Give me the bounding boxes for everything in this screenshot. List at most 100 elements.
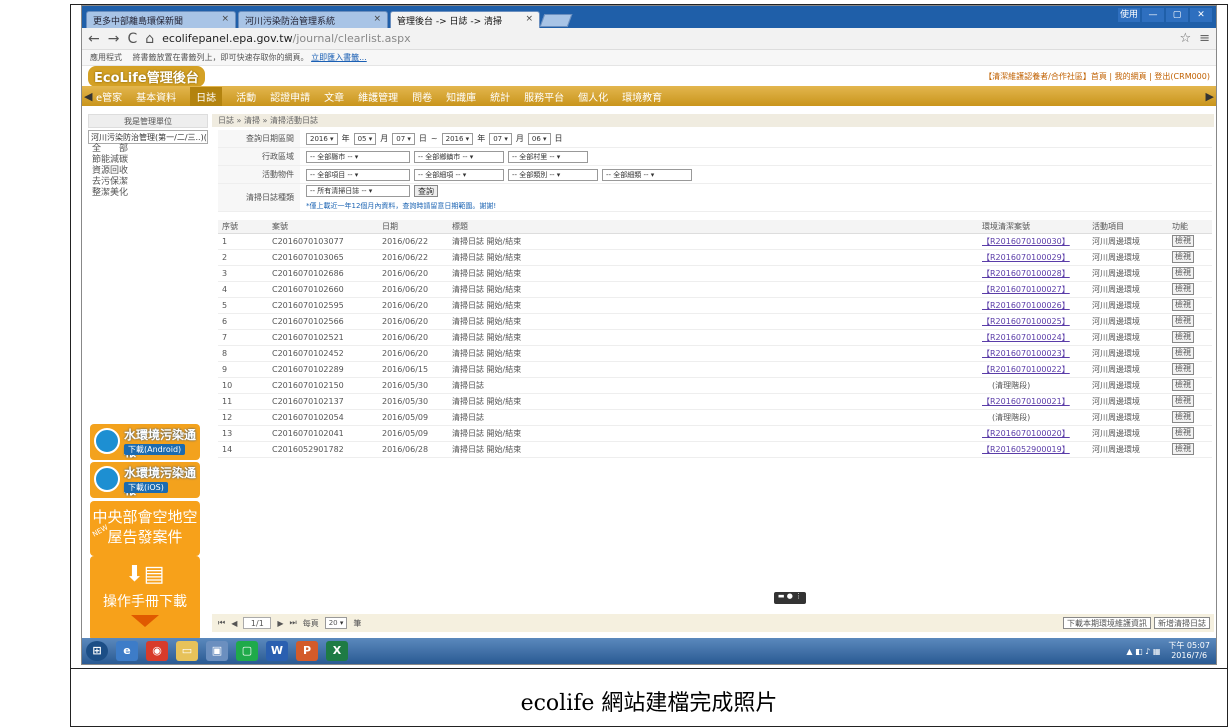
cell-action[interactable]: 檢視 bbox=[1168, 329, 1212, 346]
menu-item[interactable]: 問卷 bbox=[412, 89, 432, 104]
cell-ref[interactable]: 【R2016070100026】 bbox=[978, 297, 1088, 314]
per-page-select[interactable]: 20 bbox=[324, 617, 348, 629]
menu-item[interactable]: 環境教育 bbox=[622, 89, 662, 104]
cell-ref[interactable]: 【R2016070100030】 bbox=[978, 233, 1088, 250]
end-month-select[interactable]: 07 bbox=[489, 132, 512, 145]
bookmark-star-icon[interactable]: ☆ bbox=[1179, 31, 1191, 46]
site-logo[interactable]: EcoLife管理後台 bbox=[88, 65, 205, 87]
cell-action[interactable]: 檢視 bbox=[1168, 441, 1212, 458]
view-button[interactable]: 檢視 bbox=[1172, 379, 1194, 391]
cell-ref[interactable]: 【R2016052900019】 bbox=[978, 441, 1088, 458]
import-bookmarks-link[interactable]: 立即匯入書籤... bbox=[311, 53, 367, 62]
line-icon[interactable]: ▢ bbox=[236, 641, 258, 661]
excel-icon[interactable]: X bbox=[326, 641, 348, 661]
ie-icon[interactable]: e bbox=[116, 641, 138, 661]
word-icon[interactable]: W bbox=[266, 641, 288, 661]
cell-action[interactable]: 檢視 bbox=[1168, 409, 1212, 426]
view-button[interactable]: 檢視 bbox=[1172, 411, 1194, 423]
minimize-button[interactable]: — bbox=[1142, 8, 1164, 22]
promo-ios[interactable]: 水環境污染通報 下載(iOS) bbox=[90, 462, 200, 498]
category-select[interactable]: -- 全部類別 -- bbox=[508, 168, 598, 181]
cell-ref[interactable]: 【R2016070100024】 bbox=[978, 329, 1088, 346]
view-button[interactable]: 檢視 bbox=[1172, 251, 1194, 263]
back-icon[interactable]: ← bbox=[88, 31, 100, 47]
sidebar-item-energy[interactable]: 節能減碳 bbox=[88, 155, 208, 166]
player-widget[interactable]: ▬ ● ⋮ bbox=[774, 592, 806, 604]
tab-news[interactable]: 更多中部離島環保新聞 × bbox=[86, 11, 236, 28]
menu-item-active[interactable]: 日誌 bbox=[190, 86, 223, 106]
col-header[interactable]: 案號 bbox=[268, 220, 378, 234]
page-input[interactable]: 1/1 bbox=[243, 617, 272, 629]
reload-icon[interactable]: C bbox=[127, 31, 137, 47]
start-day-select[interactable]: 07 bbox=[392, 132, 415, 145]
cell-ref[interactable]: (清理階段) bbox=[978, 409, 1088, 426]
start-month-select[interactable]: 05 bbox=[353, 132, 377, 145]
cell-ref[interactable]: 【R2016070100029】 bbox=[978, 249, 1088, 266]
tray-icons[interactable]: ▲ ◧ ♪ ▦ bbox=[1126, 647, 1160, 656]
cell-action[interactable]: 檢視 bbox=[1168, 249, 1212, 266]
url-field[interactable]: ecolifepanel.epa.gov.tw/journal/clearlis… bbox=[162, 32, 1171, 45]
cell-action[interactable]: 檢視 bbox=[1168, 297, 1212, 314]
col-header[interactable]: 序號 bbox=[218, 220, 268, 234]
promo-manual-download[interactable]: ⬇︎▤ 操作手冊下載 bbox=[90, 556, 200, 641]
first-page-icon[interactable]: ⏮ bbox=[218, 618, 225, 628]
view-button[interactable]: 檢視 bbox=[1172, 363, 1194, 375]
view-button[interactable]: 檢視 bbox=[1172, 235, 1194, 247]
sidebar-item-beautify[interactable]: 整潔美化 bbox=[88, 188, 208, 199]
cell-action[interactable]: 檢視 bbox=[1168, 345, 1212, 362]
cell-action[interactable]: 檢視 bbox=[1168, 313, 1212, 330]
sidebar-item-clean[interactable]: 去污保潔 bbox=[88, 177, 208, 188]
col-header[interactable]: 環境清潔案號 bbox=[978, 220, 1088, 234]
menu-item[interactable]: 統計 bbox=[490, 89, 510, 104]
menu-item[interactable]: 維護管理 bbox=[358, 89, 398, 104]
village-select[interactable]: -- 全部村里 -- bbox=[508, 150, 588, 163]
new-tab-button[interactable] bbox=[539, 14, 573, 27]
close-icon[interactable]: × bbox=[373, 14, 381, 24]
top-links[interactable]: 【清潔維護認養者/合作社區】首頁 | 我的網頁 | 登出(CRM000) bbox=[984, 71, 1210, 82]
sidebar-item-all[interactable]: 全 部 bbox=[88, 144, 208, 155]
view-button[interactable]: 檢視 bbox=[1172, 315, 1194, 327]
subitem-select[interactable]: -- 全部細項 -- bbox=[414, 168, 504, 181]
search-button[interactable]: 查詢 bbox=[414, 184, 438, 197]
close-icon[interactable]: × bbox=[221, 14, 229, 24]
tab-river[interactable]: 河川污染防治管理系統 × bbox=[238, 11, 388, 28]
menu-item[interactable]: 服務平台 bbox=[524, 89, 564, 104]
cell-ref[interactable]: 【R2016070100021】 bbox=[978, 393, 1088, 410]
next-page-icon[interactable]: ▶ bbox=[277, 619, 283, 628]
menu-left-arrow-icon[interactable]: ◀ bbox=[84, 90, 92, 103]
county-select[interactable]: -- 全部縣市 -- bbox=[306, 150, 410, 163]
forward-icon[interactable]: → bbox=[108, 31, 120, 47]
cell-action[interactable]: 檢視 bbox=[1168, 361, 1212, 378]
cell-action[interactable]: 檢視 bbox=[1168, 281, 1212, 298]
add-journal-button[interactable]: 新增清掃日誌 bbox=[1154, 617, 1210, 629]
menu-item[interactable]: 認證申請 bbox=[270, 89, 310, 104]
cell-ref[interactable]: 【R2016070100020】 bbox=[978, 425, 1088, 442]
menu-item[interactable]: 文章 bbox=[324, 89, 344, 104]
viewer-icon[interactable]: ▣ bbox=[206, 641, 228, 661]
cell-action[interactable]: 檢視 bbox=[1168, 377, 1212, 394]
cell-ref[interactable]: 【R2016070100023】 bbox=[978, 345, 1088, 362]
maximize-button[interactable]: ▢ bbox=[1166, 8, 1188, 22]
cell-action[interactable]: 檢視 bbox=[1168, 425, 1212, 442]
cell-action[interactable]: 檢視 bbox=[1168, 265, 1212, 282]
close-window-button[interactable]: ✕ bbox=[1190, 8, 1212, 22]
folder-icon[interactable]: ▭ bbox=[176, 641, 198, 661]
menu-right-arrow-icon[interactable]: ▶ bbox=[1206, 90, 1214, 103]
item-select[interactable]: -- 全部項目 -- bbox=[306, 168, 410, 181]
clock[interactable]: 下午 05:07 2016/7/6 bbox=[1168, 641, 1210, 661]
promo-android[interactable]: 水環境污染通報 下載(Android) bbox=[90, 424, 200, 460]
cell-action[interactable]: 檢視 bbox=[1168, 393, 1212, 410]
menu-item[interactable]: e管家 bbox=[96, 89, 122, 104]
tab-admin[interactable]: 管理後台 -> 日誌 -> 清掃 × bbox=[390, 11, 540, 28]
view-button[interactable]: 檢視 bbox=[1172, 299, 1194, 311]
cell-ref[interactable]: 【R2016070100028】 bbox=[978, 265, 1088, 282]
close-icon[interactable]: × bbox=[525, 14, 533, 24]
sidebar-item-recycle[interactable]: 資源回收 bbox=[88, 166, 208, 177]
view-button[interactable]: 檢視 bbox=[1172, 331, 1194, 343]
view-button[interactable]: 檢視 bbox=[1172, 347, 1194, 359]
cell-action[interactable]: 檢視 bbox=[1168, 233, 1212, 250]
start-year-select[interactable]: 2016 bbox=[306, 132, 338, 145]
cell-ref[interactable]: 【R2016070100027】 bbox=[978, 281, 1088, 298]
journal-type-select[interactable]: -- 所有清掃日誌 -- bbox=[306, 184, 410, 197]
home-icon[interactable]: ⌂ bbox=[145, 31, 154, 47]
